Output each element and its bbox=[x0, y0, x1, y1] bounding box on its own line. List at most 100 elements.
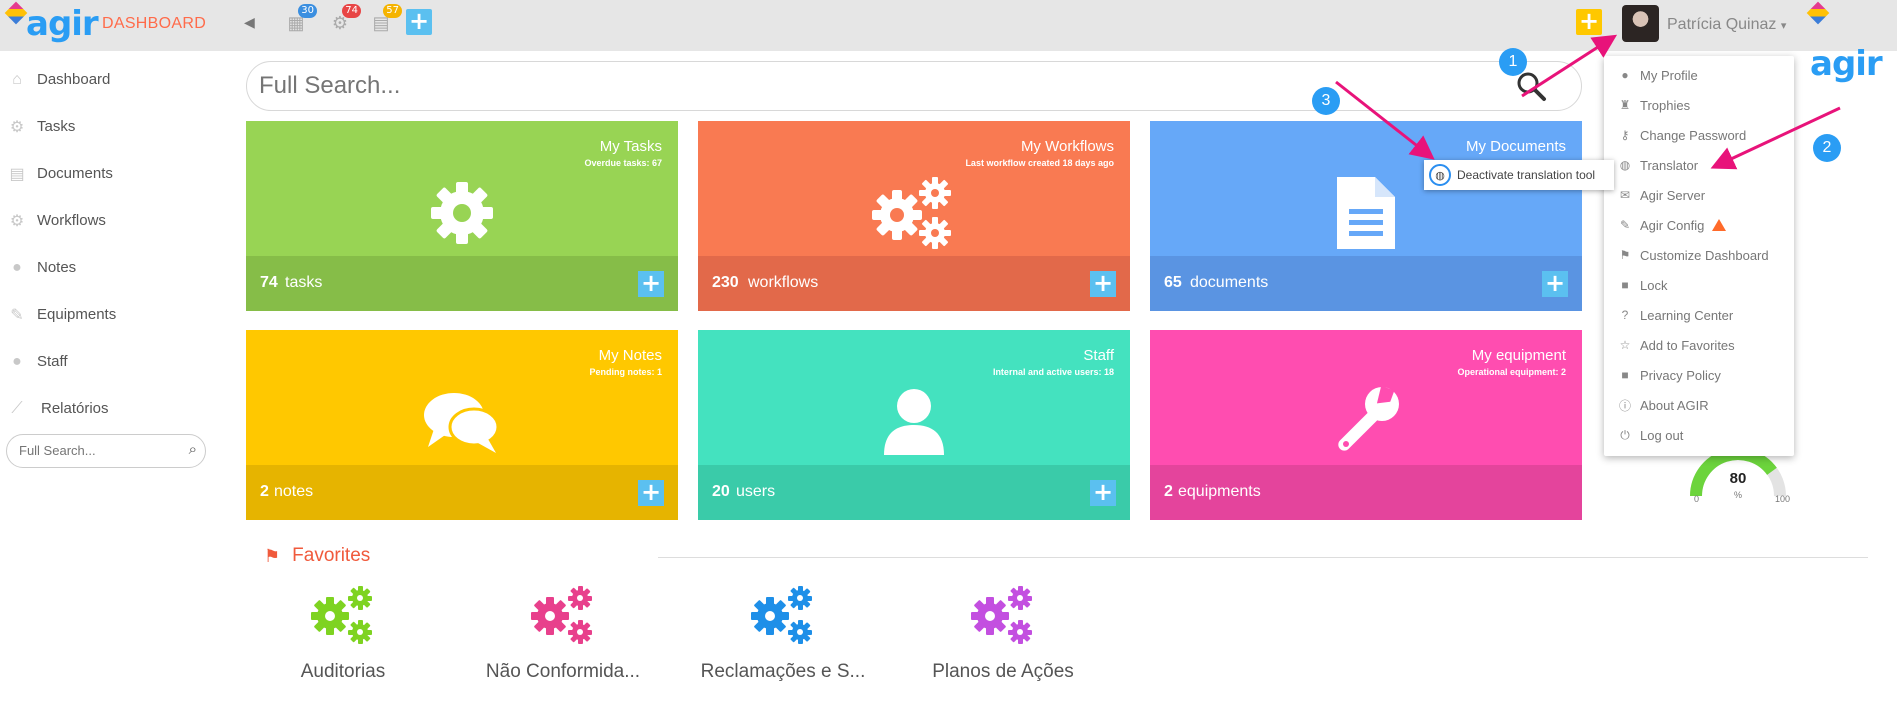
favorites-title: Favorites bbox=[292, 545, 371, 566]
menu-item-add-to-favorites[interactable]: ☆ Add to Favorites bbox=[1618, 332, 1735, 358]
tooltip-label: Deactivate translation tool bbox=[1457, 168, 1596, 182]
menu-item-label: Learning Center bbox=[1640, 307, 1734, 323]
tile-subtitle: Last workflow created 18 days ago bbox=[965, 158, 1114, 168]
favorite-reclamacoes[interactable]: Reclamações e S... bbox=[683, 584, 883, 683]
tile-unit: users bbox=[736, 483, 776, 500]
menu-item-label: Customize Dashboard bbox=[1640, 247, 1769, 263]
tile-staff[interactable]: Staff Internal and active users: 18 20 u… bbox=[698, 330, 1130, 520]
favorite-label: Reclamações e S... bbox=[700, 661, 866, 682]
section-title: DASHBOARD bbox=[102, 15, 207, 32]
menu-item-learning-center[interactable]: ? Learning Center bbox=[1618, 302, 1734, 328]
sidebar-item-label: Notes bbox=[37, 259, 77, 276]
menu-item-label: My Profile bbox=[1640, 67, 1698, 83]
power-icon: ⏻ bbox=[1620, 427, 1630, 442]
sidebar-item-tasks[interactable]: ⚙ Tasks bbox=[0, 103, 230, 150]
chevron-down-icon: ▾ bbox=[1780, 20, 1787, 32]
menu-item-my-profile[interactable]: ● My Profile bbox=[1618, 62, 1698, 88]
quick-add-button[interactable]: + bbox=[406, 9, 432, 35]
flag-icon: ⚑ bbox=[264, 545, 281, 566]
sidebar-item-documents[interactable]: ▤ Documents bbox=[0, 150, 230, 197]
favorites-header: ⚑ Favorites bbox=[264, 545, 370, 567]
menu-item-agir-config[interactable]: ✎ Agir Config bbox=[1618, 212, 1727, 238]
favorite-nao-conformidades[interactable]: Não Conformida... bbox=[463, 584, 663, 683]
deactivate-translation-button[interactable]: ◍ Deactivate translation tool bbox=[1424, 160, 1614, 190]
tile-footer: 2 equipments bbox=[1150, 465, 1582, 520]
document-icon: ▤ bbox=[9, 165, 25, 183]
sidebar-item-dashboard[interactable]: ⌂ Dashboard bbox=[0, 56, 230, 103]
add-task-button[interactable]: + bbox=[638, 271, 664, 297]
avatar[interactable] bbox=[1622, 5, 1659, 42]
tile-footer: 20 users + bbox=[698, 465, 1130, 520]
search-icon[interactable]: ⌕ bbox=[189, 441, 197, 458]
sidebar-item-notes[interactable]: ● Notes bbox=[0, 244, 230, 291]
tile-title: My Notes bbox=[598, 347, 662, 364]
document-icon bbox=[1321, 173, 1411, 253]
sidebar-item-label: Dashboard bbox=[37, 71, 111, 88]
menu-item-label: Lock bbox=[1640, 277, 1668, 293]
tile-footer: 74 tasks + bbox=[246, 256, 678, 311]
sidebar-item-equipments[interactable]: ✎ Equipments bbox=[0, 291, 230, 338]
tile-my-equipment[interactable]: My equipment Operational equipment: 2 2 … bbox=[1150, 330, 1582, 520]
menu-item-translator[interactable]: ◍ Translator bbox=[1618, 152, 1698, 178]
annotation-marker-3: 3 bbox=[1312, 87, 1340, 115]
sidebar-search-input[interactable] bbox=[19, 443, 169, 458]
add-workflow-button[interactable]: + bbox=[1090, 271, 1116, 297]
documents-icon[interactable]: ▤ 57 bbox=[370, 4, 402, 34]
tile-count: 2 bbox=[1164, 483, 1173, 500]
performance-gauge: 80 % 0 100 bbox=[1686, 448, 1790, 510]
sidebar-item-label: Equipments bbox=[37, 306, 117, 323]
add-document-button[interactable]: + bbox=[1542, 271, 1568, 297]
brand-logo-right: agir bbox=[1806, 1, 1897, 84]
menu-item-log-out[interactable]: ⏻ Log out bbox=[1618, 422, 1683, 448]
add-user-button[interactable]: + bbox=[1090, 480, 1116, 506]
favorite-label: Auditorias bbox=[300, 661, 386, 682]
home-icon: ⌂ bbox=[12, 70, 22, 88]
menu-item-privacy-policy[interactable]: ■ Privacy Policy bbox=[1618, 362, 1721, 388]
brand-logo-text: agir bbox=[26, 4, 99, 44]
user-menu-toggle[interactable]: Patrícia Quinaz ▾ bbox=[1667, 16, 1786, 34]
tile-footer: 65 documents + bbox=[1150, 256, 1582, 311]
menu-item-about-agir[interactable]: ⓘ About AGIR bbox=[1618, 392, 1709, 418]
main-search-input[interactable] bbox=[259, 72, 1359, 100]
favorite-planos-de-acoes[interactable]: Planos de Ações bbox=[903, 584, 1103, 683]
favorite-auditorias[interactable]: Auditorias bbox=[243, 584, 443, 683]
new-item-button[interactable]: + bbox=[1576, 9, 1602, 35]
tile-my-tasks[interactable]: My Tasks Overdue tasks: 67 74 tasks + bbox=[246, 121, 678, 311]
menu-item-change-password[interactable]: ⚷ Change Password bbox=[1618, 122, 1747, 148]
tile-my-workflows[interactable]: My Workflows Last workflow created 18 da… bbox=[698, 121, 1130, 311]
gauge-value: 80 bbox=[1729, 470, 1747, 487]
menu-item-agir-server[interactable]: ✉ Agir Server bbox=[1618, 182, 1705, 208]
tile-my-notes[interactable]: My Notes Pending notes: 1 2 notes + bbox=[246, 330, 678, 520]
sidebar-item-workflows[interactable]: ⚙ Workflows bbox=[0, 197, 230, 244]
gauge-max: 100 bbox=[1774, 494, 1790, 504]
sidebar-item-label: Workflows bbox=[37, 212, 106, 229]
calendar-icon[interactable]: ▦ 30 bbox=[285, 4, 317, 34]
favorites-divider bbox=[658, 557, 1868, 558]
tile-my-documents[interactable]: My Documents 65 documents + bbox=[1150, 121, 1582, 311]
star-icon: ☆ bbox=[1619, 338, 1631, 352]
sidebar-item-relatorios[interactable]: ⟋ Relatórios bbox=[0, 385, 230, 432]
warning-icon bbox=[1712, 219, 1727, 231]
favorite-label: Planos de Ações bbox=[932, 661, 1074, 682]
workflows-icon[interactable]: ⚙ 74 bbox=[329, 4, 361, 34]
brand-logo[interactable]: agir bbox=[4, 1, 99, 44]
sidebar-item-staff[interactable]: ● Staff bbox=[0, 338, 230, 385]
top-bar: agir DASHBOARD ◀ ▦ 30 ⚙ 74 ▤ 57 + + Patr… bbox=[0, 0, 1897, 84]
comments-icon bbox=[417, 382, 507, 462]
tile-count: 74 bbox=[260, 274, 278, 291]
tile-footer: 2 notes + bbox=[246, 465, 678, 520]
collapse-sidebar-icon[interactable]: ◀ bbox=[244, 14, 255, 31]
sidebar-item-label: Documents bbox=[37, 165, 113, 182]
menu-item-trophies[interactable]: ♜ Trophies bbox=[1618, 92, 1691, 118]
favorite-label: Não Conformida... bbox=[485, 661, 641, 682]
gears-icon bbox=[971, 586, 1032, 644]
tile-subtitle: Overdue tasks: 67 bbox=[584, 158, 662, 168]
tile-unit: tasks bbox=[285, 274, 323, 291]
menu-item-customize-dashboard[interactable]: ⚑ Customize Dashboard bbox=[1618, 242, 1769, 268]
calendar-badge: 30 bbox=[298, 4, 317, 18]
menu-item-lock[interactable]: ■ Lock bbox=[1618, 272, 1667, 298]
add-note-button[interactable]: + bbox=[638, 480, 664, 506]
tile-count: 20 bbox=[712, 483, 730, 500]
search-icon[interactable] bbox=[1515, 70, 1547, 107]
menu-item-label: Agir Config bbox=[1640, 217, 1705, 233]
